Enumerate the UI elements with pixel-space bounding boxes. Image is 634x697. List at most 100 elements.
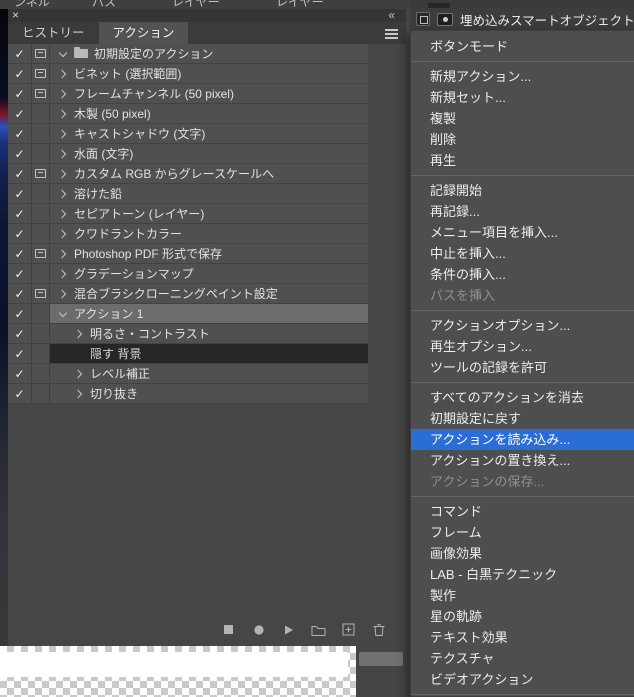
action-row[interactable]: ✓ セピアトーン (レイヤー)	[8, 204, 368, 224]
new-set-icon[interactable]	[311, 622, 326, 637]
panel-close-icon[interactable]: ×	[12, 9, 19, 22]
dialog-toggle-cell[interactable]	[32, 344, 50, 363]
item-toggle-checkbox[interactable]: ✓	[8, 204, 32, 223]
menu-item[interactable]: 新規セット...	[411, 87, 634, 108]
item-toggle-checkbox[interactable]: ✓	[8, 364, 32, 383]
chevron-down-icon[interactable]	[58, 308, 68, 317]
dialog-toggle-cell[interactable]	[32, 324, 50, 343]
item-toggle-checkbox[interactable]: ✓	[8, 124, 32, 143]
action-row[interactable]: ✓ アクション 1	[8, 304, 368, 324]
action-row[interactable]: ✓ キャストシャドウ (文字)	[8, 124, 368, 144]
chevron-right-icon[interactable]	[57, 289, 68, 298]
menu-item[interactable]: アクションの置き換え...	[411, 450, 634, 471]
item-toggle-checkbox[interactable]: ✓	[8, 384, 32, 403]
item-toggle-checkbox[interactable]: ✓	[8, 44, 32, 63]
chevron-right-icon[interactable]	[57, 149, 68, 158]
menu-item[interactable]: コマンド	[411, 501, 634, 522]
action-row[interactable]: ✓ ビネット (選択範囲)	[8, 64, 368, 84]
chevron-right-icon[interactable]	[57, 249, 68, 258]
menu-item[interactable]: フレーム	[411, 522, 634, 543]
menu-item[interactable]: テキスト効果	[411, 627, 634, 648]
menu-item[interactable]: ボタンモード	[411, 36, 634, 57]
menu-item[interactable]: 中止を挿入...	[411, 243, 634, 264]
item-toggle-checkbox[interactable]: ✓	[8, 284, 32, 303]
item-toggle-checkbox[interactable]: ✓	[8, 244, 32, 263]
menu-item[interactable]: アクションオプション...	[411, 315, 634, 336]
dialog-toggle-cell[interactable]	[32, 84, 50, 103]
menu-item[interactable]: 再生	[411, 150, 634, 171]
dialog-toggle-cell[interactable]	[32, 204, 50, 223]
tab-history[interactable]: ヒストリー	[8, 22, 99, 44]
menu-item[interactable]: 再記録...	[411, 201, 634, 222]
action-row[interactable]: ✓ レベル補正	[8, 364, 368, 384]
action-row[interactable]: ✓ 混合ブラシクローニングペイント設定	[8, 284, 368, 304]
item-toggle-checkbox[interactable]: ✓	[8, 184, 32, 203]
dialog-toggle-cell[interactable]	[32, 284, 50, 303]
action-set-row[interactable]: ✓ 初期設定のアクション	[8, 44, 368, 64]
chevron-right-icon[interactable]	[57, 109, 68, 118]
action-row[interactable]: ✓ 水面 (文字)	[8, 144, 368, 164]
action-row[interactable]: ✓ Photoshop PDF 形式で保存	[8, 244, 368, 264]
delete-icon[interactable]	[371, 622, 386, 637]
action-row[interactable]: ✓ 明るさ・コントラスト	[8, 324, 368, 344]
item-toggle-checkbox[interactable]: ✓	[8, 144, 32, 163]
chevron-right-icon[interactable]	[57, 69, 68, 78]
menu-item[interactable]: 複製	[411, 108, 634, 129]
new-action-icon[interactable]	[341, 622, 356, 637]
menu-item[interactable]: 初期設定に戻す	[411, 408, 634, 429]
dialog-toggle-cell[interactable]	[32, 224, 50, 243]
action-row[interactable]: ✓ グラデーションマップ	[8, 264, 368, 284]
dialog-toggle-cell[interactable]	[32, 144, 50, 163]
menu-item[interactable]: 記録開始	[411, 180, 634, 201]
menu-item[interactable]: アクションを読み込み...	[411, 429, 634, 450]
chevron-right-icon[interactable]	[73, 389, 84, 398]
chevron-right-icon[interactable]	[57, 169, 68, 178]
item-toggle-checkbox[interactable]: ✓	[8, 84, 32, 103]
action-row[interactable]: ✓ 隠す 背景	[8, 344, 368, 364]
dialog-toggle-cell[interactable]	[32, 64, 50, 83]
collapse-panel-icon[interactable]: «	[388, 8, 396, 22]
chevron-right-icon[interactable]	[73, 329, 84, 338]
dialog-toggle-cell[interactable]	[32, 124, 50, 143]
item-toggle-checkbox[interactable]: ✓	[8, 324, 32, 343]
action-row[interactable]: ✓ カスタム RGB からグレースケールへ	[8, 164, 368, 184]
dialog-toggle-cell[interactable]	[32, 164, 50, 183]
scrollbar-thumb[interactable]	[359, 652, 403, 666]
chevron-right-icon[interactable]	[57, 269, 68, 278]
menu-item[interactable]: 製作	[411, 585, 634, 606]
chevron-right-icon[interactable]	[73, 369, 84, 378]
chevron-down-icon[interactable]	[58, 48, 68, 57]
dialog-toggle-cell[interactable]	[32, 184, 50, 203]
menu-item[interactable]: 新規アクション...	[411, 66, 634, 87]
dialog-toggle-cell[interactable]	[32, 244, 50, 263]
chevron-right-icon[interactable]	[57, 229, 68, 238]
item-toggle-checkbox[interactable]: ✓	[8, 164, 32, 183]
chevron-right-icon[interactable]	[57, 189, 68, 198]
dialog-toggle-cell[interactable]	[32, 104, 50, 123]
stop-icon[interactable]	[221, 622, 236, 637]
menu-item[interactable]: ツールの記録を許可	[411, 357, 634, 378]
menu-item[interactable]: メニュー項目を挿入...	[411, 222, 634, 243]
menu-item[interactable]: 再生オプション...	[411, 336, 634, 357]
action-row[interactable]: ✓ クワドラントカラー	[8, 224, 368, 244]
panel-menu-icon[interactable]	[385, 29, 398, 39]
play-icon[interactable]	[281, 622, 296, 637]
tab-actions[interactable]: アクション	[98, 22, 189, 44]
item-toggle-checkbox[interactable]: ✓	[8, 64, 32, 83]
menu-item[interactable]: ビデオアクション	[411, 669, 634, 690]
dialog-toggle-cell[interactable]	[32, 44, 50, 63]
dialog-toggle-cell[interactable]	[32, 384, 50, 403]
menu-item[interactable]: 画像効果	[411, 543, 634, 564]
record-icon[interactable]	[251, 622, 266, 637]
dialog-toggle-cell[interactable]	[32, 304, 50, 323]
dialog-toggle-cell[interactable]	[32, 364, 50, 383]
menu-item[interactable]: 削除	[411, 129, 634, 150]
action-row[interactable]: ✓ 溶けた鉛	[8, 184, 368, 204]
menu-item[interactable]: LAB - 白黒テクニック	[411, 564, 634, 585]
menu-item[interactable]: すべてのアクションを消去	[411, 387, 634, 408]
item-toggle-checkbox[interactable]: ✓	[8, 104, 32, 123]
chevron-right-icon[interactable]	[57, 129, 68, 138]
item-toggle-checkbox[interactable]: ✓	[8, 344, 32, 363]
chevron-right-icon[interactable]	[57, 209, 68, 218]
item-toggle-checkbox[interactable]: ✓	[8, 304, 32, 323]
